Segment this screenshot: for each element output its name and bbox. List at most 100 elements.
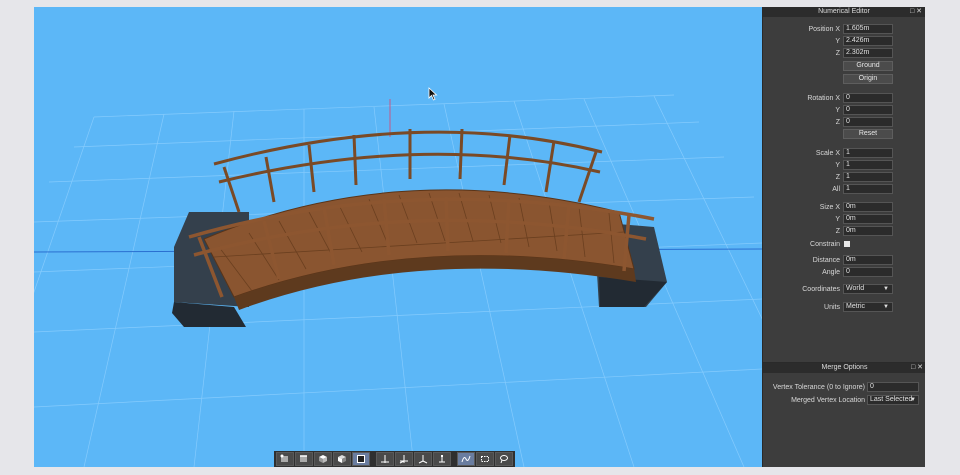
- position-z-label: Z: [835, 50, 840, 57]
- constrain-row: Constrain: [763, 239, 925, 250]
- reset-button[interactable]: Reset: [843, 129, 893, 139]
- rotation-z-row: Z 0: [763, 117, 925, 128]
- scale-all-label: All: [832, 186, 840, 193]
- rotation-y-field[interactable]: 0: [843, 105, 893, 115]
- vertex-tolerance-row: Vertex Tolerance (0 to Ignore) 0: [763, 382, 925, 393]
- scale-button[interactable]: [433, 452, 451, 466]
- position-z-field[interactable]: 2.302m: [843, 48, 893, 58]
- size-y-row: Y 0m: [763, 214, 925, 225]
- scale-x-field[interactable]: 1: [843, 148, 893, 158]
- position-y-label: Y: [835, 38, 840, 45]
- position-y-field[interactable]: 2.426m: [843, 36, 893, 46]
- coordinates-label: Coordinates: [802, 286, 840, 293]
- angle-row: Angle 0: [763, 267, 925, 278]
- edge-tool-icon: [300, 455, 307, 462]
- scale-icon: [439, 455, 445, 463]
- ground-button[interactable]: Ground: [843, 61, 893, 71]
- units-row: Units Metric ▼: [763, 302, 925, 313]
- rotate-button[interactable]: [414, 452, 432, 466]
- angle-field[interactable]: 0: [843, 267, 893, 277]
- chevron-down-icon: ▼: [910, 397, 916, 403]
- coordinates-select[interactable]: World ▼: [843, 284, 893, 294]
- rotation-z-field[interactable]: 0: [843, 117, 893, 127]
- merged-vertex-location-value: Last Selected: [870, 396, 913, 403]
- chevron-down-icon: ▼: [883, 304, 889, 310]
- units-select[interactable]: Metric ▼: [843, 302, 893, 312]
- object-tool-icon: [338, 455, 346, 463]
- numerical-editor-title: Numerical Editor: [818, 8, 870, 15]
- size-x-field[interactable]: 0m: [843, 202, 893, 212]
- object-tool-button[interactable]: [333, 452, 351, 466]
- units-label: Units: [824, 304, 840, 311]
- scale-all-field[interactable]: 1: [843, 184, 893, 194]
- face-tool-button[interactable]: [314, 452, 332, 466]
- face-tool-icon: [319, 455, 327, 463]
- close-icon[interactable]: ✕: [917, 364, 923, 371]
- scale-x-label: Scale X: [815, 150, 840, 157]
- rotation-x-row: Rotation X 0: [763, 93, 925, 104]
- position-z-row: Z 2.302m: [763, 48, 925, 59]
- move-vertex-button[interactable]: [395, 452, 413, 466]
- scale-z-label: Z: [835, 174, 840, 181]
- rect-select-button[interactable]: [476, 452, 494, 466]
- curve-button[interactable]: [457, 452, 475, 466]
- vertex-tolerance-field[interactable]: 0: [867, 382, 919, 392]
- vertex-tolerance-label: Vertex Tolerance (0 to Ignore): [772, 384, 865, 391]
- angle-label: Angle: [822, 269, 840, 276]
- scale-y-field[interactable]: 1: [843, 160, 893, 170]
- scale-z-row: Z 1: [763, 172, 925, 183]
- rotation-x-field[interactable]: 0: [843, 93, 893, 103]
- merge-options-header: Merge Options □ ✕: [763, 363, 925, 373]
- position-y-row: Y 2.426m: [763, 36, 925, 47]
- merged-vertex-location-select[interactable]: Last Selected ▼: [867, 395, 919, 405]
- cube-tool-button[interactable]: [352, 452, 370, 466]
- size-y-label: Y: [835, 216, 840, 223]
- distance-field[interactable]: 0m: [843, 255, 893, 265]
- position-x-label: Position X: [808, 26, 840, 33]
- rotate-icon: [418, 455, 428, 464]
- size-x-label: Size X: [819, 204, 840, 211]
- size-z-label: Z: [835, 228, 840, 235]
- size-z-field[interactable]: 0m: [843, 226, 893, 236]
- editor-window: Numerical Editor □ ✕ Position X 1.605m Y…: [34, 7, 925, 467]
- merge-options-title: Merge Options: [821, 364, 868, 371]
- rotation-x-label: Rotation X: [807, 95, 840, 102]
- size-y-field[interactable]: 0m: [843, 214, 893, 224]
- maximize-icon[interactable]: □: [911, 364, 915, 371]
- numerical-editor-panel: Numerical Editor □ ✕ Position X 1.605m Y…: [762, 7, 925, 467]
- vertex-tool-button[interactable]: [276, 452, 294, 466]
- lasso-button[interactable]: [495, 452, 513, 466]
- scale-all-row: All 1: [763, 184, 925, 195]
- merged-vertex-location-row: Merged Vertex Location Last Selected ▼: [763, 395, 925, 406]
- units-value: Metric: [846, 303, 866, 310]
- close-icon[interactable]: ✕: [916, 8, 922, 15]
- mouse-cursor-icon: [428, 87, 438, 101]
- 3d-viewport[interactable]: [34, 7, 762, 467]
- scale-x-row: Scale X 1: [763, 148, 925, 159]
- curve-icon: [461, 455, 471, 463]
- cube-tool-icon: [357, 455, 365, 463]
- position-x-row: Position X 1.605m: [763, 24, 925, 35]
- rotation-y-row: Y 0: [763, 105, 925, 116]
- constrain-label: Constrain: [810, 241, 840, 248]
- move-icon: [381, 455, 389, 463]
- coordinates-value: World: [846, 285, 865, 292]
- origin-button[interactable]: Origin: [843, 74, 893, 84]
- rotation-y-label: Y: [835, 107, 840, 114]
- size-z-row: Z 0m: [763, 226, 925, 237]
- rect-select-icon: [481, 456, 489, 462]
- scale-y-row: Y 1: [763, 160, 925, 171]
- merged-vertex-location-label: Merged Vertex Location: [791, 397, 865, 404]
- merge-options-panel: Merge Options □ ✕ Vertex Tolerance (0 to…: [763, 362, 925, 467]
- constrain-checkbox[interactable]: [844, 241, 850, 247]
- distance-label: Distance: [812, 257, 840, 264]
- scale-z-field[interactable]: 1: [843, 172, 893, 182]
- tool-toolbar: [274, 451, 515, 467]
- move-button[interactable]: [376, 452, 394, 466]
- vertex-tool-icon: [280, 454, 288, 462]
- edge-tool-button[interactable]: [295, 452, 313, 466]
- size-x-row: Size X 0m: [763, 202, 925, 213]
- position-x-field[interactable]: 1.605m: [843, 24, 893, 34]
- move-vertex-icon: [399, 455, 408, 464]
- maximize-icon[interactable]: □: [910, 8, 914, 15]
